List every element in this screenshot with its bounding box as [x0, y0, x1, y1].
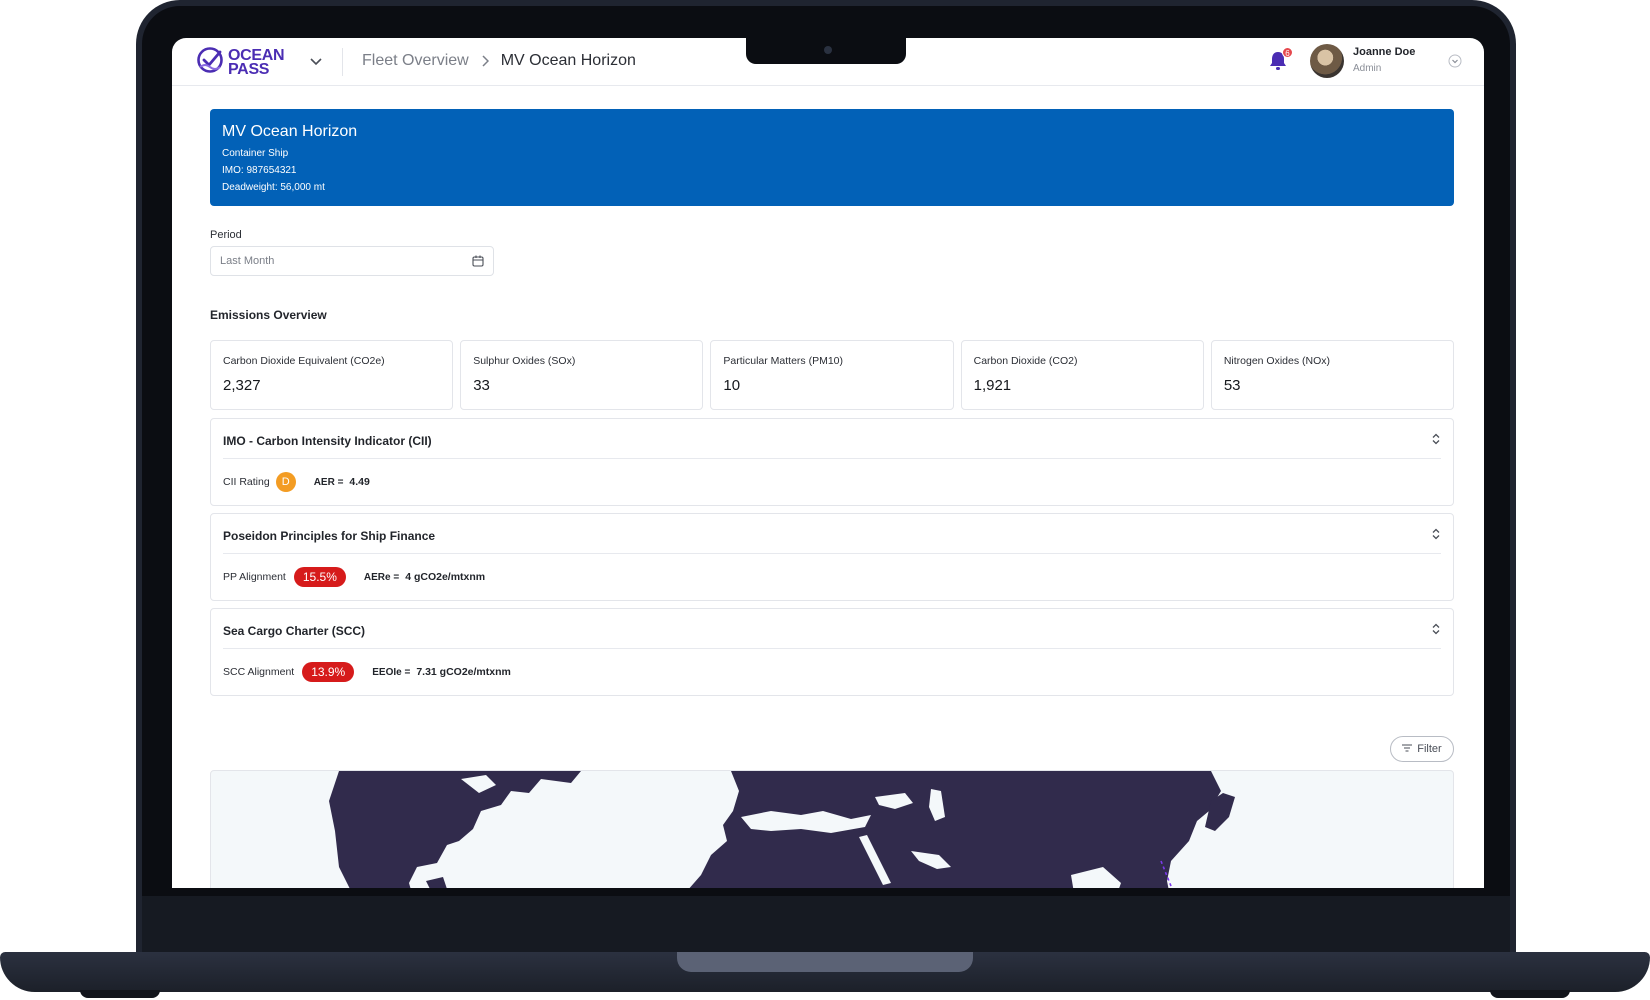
emission-card-pm10: Particular Matters (PM10) 10	[710, 340, 954, 410]
nav-divider	[342, 48, 343, 76]
aere-label: AERe =	[363, 571, 400, 583]
emissions-cards: Carbon Dioxide Equivalent (CO2e) 2,327 S…	[210, 340, 1455, 410]
emission-card-sox: Sulphur Oxides (SOx) 33	[460, 340, 704, 410]
scc-alignment-badge: 13.9%	[302, 662, 355, 682]
vessel-deadweight: Deadweight: 56,000 mt	[222, 182, 325, 193]
vessel-route-map[interactable]	[210, 770, 1454, 888]
user-role: Admin	[1353, 63, 1382, 74]
breadcrumb-fleet-overview[interactable]: Fleet Overview	[362, 52, 469, 70]
poseidon-title: Poseidon Principles for Ship Finance	[223, 529, 436, 543]
scc-alignment-label: SCC Alignment	[223, 666, 295, 678]
poseidon-accordion-header[interactable]: Poseidon Principles for Ship Finance	[223, 514, 1441, 554]
emission-card-label: Particular Matters (PM10)	[723, 355, 844, 367]
cii-rating-label: CII Rating	[223, 476, 270, 488]
emission-card-value: 33	[473, 377, 490, 394]
emissions-overview-title: Emissions Overview	[210, 308, 327, 322]
eeoie-value: 7.31 gCO2e/mtxnm	[416, 666, 511, 678]
vessel-imo: IMO: 987654321	[222, 165, 297, 176]
emission-card-label: Carbon Dioxide Equivalent (CO2e)	[223, 355, 385, 367]
scc-accordion: Sea Cargo Charter (SCC) SCC Alignment 13…	[210, 608, 1454, 696]
period-label: Period	[210, 229, 242, 241]
camera-icon	[824, 46, 832, 54]
expand-collapse-icon[interactable]	[1431, 433, 1441, 448]
expand-collapse-icon[interactable]	[1431, 623, 1441, 638]
aere-value: 4 gCO2e/mtxnm	[405, 571, 486, 583]
cii-accordion-body: CII Rating D AER = 4.49	[223, 459, 1441, 505]
cii-rating-badge: D	[275, 472, 296, 492]
laptop-chin	[142, 896, 1510, 952]
emission-card-label: Carbon Dioxide (CO2)	[973, 355, 1078, 367]
logo-line-2: PASS	[228, 60, 270, 78]
world-map	[329, 771, 1235, 888]
chevron-down-icon[interactable]	[310, 54, 322, 72]
emission-card-label: Nitrogen Oxides (NOx)	[1223, 355, 1331, 367]
eeoie-label: EEOIe =	[372, 666, 411, 678]
laptop-foot	[80, 990, 160, 998]
period-date-picker[interactable]: Last Month	[210, 246, 494, 276]
vessel-banner: MV Ocean Horizon Container Ship IMO: 987…	[210, 109, 1454, 206]
expand-collapse-icon[interactable]	[1431, 528, 1441, 543]
scc-accordion-header[interactable]: Sea Cargo Charter (SCC)	[223, 609, 1441, 649]
emission-card-label: Sulphur Oxides (SOx)	[473, 355, 576, 367]
poseidon-accordion-body: PP Alignment 15.5% AERe = 4 gCO2e/mtxnm	[223, 554, 1441, 600]
cii-accordion: IMO - Carbon Intensity Indicator (CII) C…	[210, 418, 1454, 506]
laptop-foot	[1490, 990, 1570, 998]
emission-card-co2: Carbon Dioxide (CO2) 1,921	[960, 340, 1204, 410]
user-menu-chevron-icon[interactable]	[1448, 54, 1462, 73]
period-placeholder: Last Month	[220, 255, 275, 267]
avatar[interactable]	[1310, 44, 1344, 78]
aer-label: AER =	[313, 476, 344, 488]
vessel-name: MV Ocean Horizon	[222, 123, 358, 140]
app-screen: OCEAN PASS Fleet Overview MV Ocean Horiz…	[172, 38, 1484, 888]
emission-card-nox: Nitrogen Oxides (NOx) 53	[1210, 340, 1455, 410]
emission-card-value: 1,921	[973, 377, 1012, 394]
calendar-icon[interactable]	[472, 255, 484, 270]
scc-title: Sea Cargo Charter (SCC)	[223, 624, 366, 638]
emission-card-co2e: Carbon Dioxide Equivalent (CO2e) 2,327	[210, 340, 454, 410]
notification-badge: 6	[1282, 47, 1293, 58]
pp-alignment-label: PP Alignment	[223, 571, 286, 583]
breadcrumb: Fleet Overview MV Ocean Horizon	[362, 52, 636, 70]
filter-button[interactable]: Filter	[1390, 736, 1454, 762]
breadcrumb-current: MV Ocean Horizon	[500, 52, 636, 69]
filter-label: Filter	[1417, 743, 1442, 755]
user-name: Joanne Doe	[1353, 46, 1416, 58]
emission-card-value: 2,327	[223, 377, 261, 394]
ocean-pass-logo-icon	[196, 46, 224, 79]
vessel-type: Container Ship	[222, 148, 289, 159]
chevron-right-icon	[481, 55, 489, 67]
laptop-mockup: OCEAN PASS Fleet Overview MV Ocean Horiz…	[0, 0, 1650, 1000]
filter-icon	[1402, 743, 1413, 755]
laptop-hinge	[677, 952, 973, 972]
poseidon-accordion: Poseidon Principles for Ship Finance PP …	[210, 513, 1454, 601]
cii-accordion-header[interactable]: IMO - Carbon Intensity Indicator (CII)	[223, 419, 1441, 459]
aer-value: 4.49	[349, 476, 370, 488]
emission-card-value: 53	[1223, 377, 1241, 394]
scc-accordion-body: SCC Alignment 13.9% EEOIe = 7.31 gCO2e/m…	[223, 649, 1441, 695]
app-logo[interactable]: OCEAN PASS	[196, 46, 285, 79]
pp-alignment-badge: 15.5%	[293, 567, 346, 587]
emission-card-value: 10	[723, 377, 741, 394]
cii-title: IMO - Carbon Intensity Indicator (CII)	[223, 434, 432, 448]
